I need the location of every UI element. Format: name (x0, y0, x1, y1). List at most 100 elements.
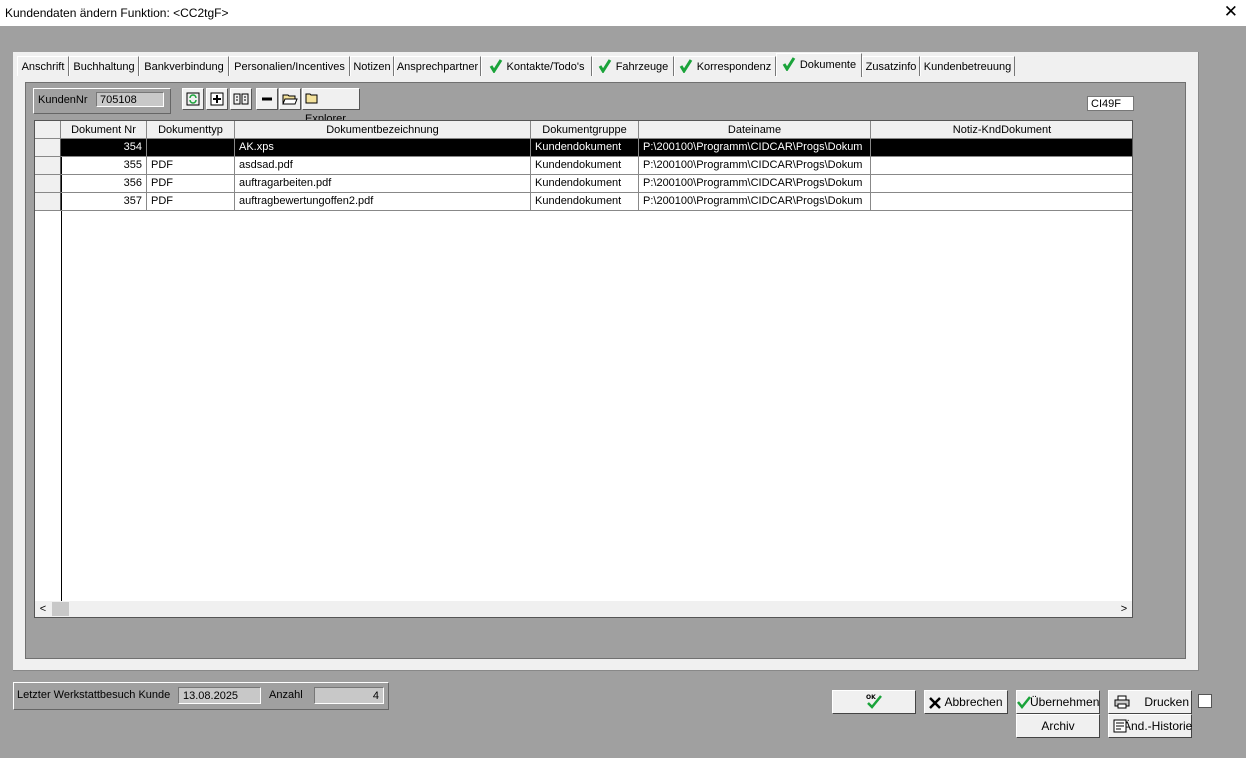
check-icon (1017, 696, 1031, 709)
table-cell[interactable]: P:\200100\Programm\CIDCAR\Progs\Dokum (639, 139, 871, 157)
print-label: Drucken (1144, 695, 1189, 709)
table-cell[interactable]: Kundendokument (531, 193, 639, 211)
close-icon[interactable]: ✕ (1224, 3, 1238, 21)
row-selector[interactable] (35, 193, 61, 211)
table-cell[interactable]: P:\200100\Programm\CIDCAR\Progs\Dokum (639, 193, 871, 211)
open-folder-icon (282, 94, 298, 105)
history-button[interactable]: Änd.-Historie (1108, 714, 1192, 738)
tab-ansprechpartner[interactable]: Ansprechpartner (394, 56, 481, 76)
column-header[interactable]: Dokumentbezeichnung (235, 121, 531, 139)
grid-corner (35, 121, 61, 139)
print-checkbox[interactable] (1198, 694, 1212, 708)
table-cell[interactable] (147, 139, 235, 157)
history-label: Änd.-Historie (1123, 719, 1193, 733)
check-icon (782, 57, 796, 71)
refresh-icon (186, 92, 200, 106)
table-cell[interactable] (871, 139, 1132, 157)
cancel-button[interactable]: Abbrechen (924, 690, 1008, 714)
kunden-nr-label: KundenNr (38, 94, 88, 106)
anzahl-field: 4 (314, 687, 384, 704)
check-icon (679, 59, 692, 73)
open-button[interactable] (279, 88, 301, 110)
tab-label: Buchhaltung (73, 61, 135, 73)
table-cell[interactable]: PDF (147, 175, 235, 193)
table-cell[interactable]: P:\200100\Programm\CIDCAR\Progs\Dokum (639, 175, 871, 193)
apply-label: Übernehmen (1030, 695, 1100, 709)
werkstatt-label: Letzter Werkstattbesuch Kunde (17, 689, 171, 701)
anzahl-label: Anzahl (269, 689, 303, 701)
tab-buchhaltung[interactable]: Buchhaltung (69, 56, 139, 76)
table-cell[interactable]: Kundendokument (531, 175, 639, 193)
scroll-left-icon[interactable]: < (35, 601, 51, 617)
remove-icon (262, 97, 272, 101)
row-selector[interactable] (35, 157, 61, 175)
apply-button[interactable]: Übernehmen (1016, 690, 1100, 714)
documents-grid: < > Dokument Nr Dokumenttyp Dokumentbezeic… (34, 120, 1133, 618)
tab-label: Bankverbindung (144, 61, 224, 73)
tab-label: Personalien/Incentives (234, 61, 345, 73)
row-selector[interactable] (35, 175, 61, 193)
table-cell[interactable]: PDF (147, 193, 235, 211)
refresh-button[interactable] (182, 88, 204, 110)
table-cell[interactable]: Kundendokument (531, 157, 639, 175)
tab-label: Zusatzinfo (865, 61, 917, 73)
table-cell[interactable] (871, 175, 1132, 193)
ok-button[interactable]: OK (832, 690, 916, 714)
explorer-button[interactable]: Explorer (302, 88, 360, 125)
archive-label: Archiv (1041, 719, 1075, 733)
tab-zusatzinfo[interactable]: Zusatzinfo (862, 56, 920, 76)
tab-label: Korrespondenz (696, 61, 772, 73)
check-icon (598, 59, 611, 73)
table-cell[interactable]: asdsad.pdf (235, 157, 531, 175)
column-header[interactable]: Dokumenttyp (147, 121, 235, 139)
svg-text:OK: OK (866, 694, 876, 701)
tab-fahrzeuge[interactable]: Fahrzeuge (592, 56, 674, 76)
werkstatt-field: 13.08.2025 (178, 687, 261, 704)
table-cell[interactable]: Kundendokument (531, 139, 639, 157)
table-cell[interactable]: 354 (61, 139, 147, 157)
tab-korrespondenz[interactable]: Korrespondenz (674, 56, 776, 76)
table-cell[interactable]: 357 (61, 193, 147, 211)
archive-button[interactable]: Archiv (1016, 714, 1100, 738)
add-icon (210, 92, 224, 106)
add-button[interactable] (206, 88, 228, 110)
tab-kontakte-todo-s[interactable]: Kontakte/Todo's (481, 56, 592, 76)
table-cell[interactable] (871, 193, 1132, 211)
table-cell[interactable]: auftragarbeiten.pdf (235, 175, 531, 193)
table-cell[interactable]: P:\200100\Programm\CIDCAR\Progs\Dokum (639, 157, 871, 175)
title-bar: Kundendaten ändern Funktion: <CC2tgF> ✕ (0, 0, 1246, 26)
table-cell[interactable]: AK.xps (235, 139, 531, 157)
remove-button[interactable] (256, 88, 278, 110)
tab-notizen[interactable]: Notizen (350, 56, 394, 76)
horizontal-scrollbar[interactable]: < > (35, 601, 1132, 617)
cancel-label: Abbrechen (944, 695, 1003, 709)
print-button[interactable]: Drucken (1108, 690, 1192, 714)
tab-anschrift[interactable]: Anschrift (17, 56, 69, 76)
tab-label: Notizen (353, 61, 391, 73)
tab-bankverbindung[interactable]: Bankverbindung (139, 56, 229, 76)
scroll-right-icon[interactable]: > (1116, 601, 1132, 617)
table-cell[interactable]: 355 (61, 157, 147, 175)
table-cell[interactable] (871, 157, 1132, 175)
tab-kundenbetreuung[interactable]: Kundenbetreuung (920, 56, 1015, 76)
tab-personalien-incentives[interactable]: Personalien/Incentives (229, 56, 350, 76)
row-selector[interactable] (35, 139, 61, 157)
column-header[interactable]: Dokument Nr (61, 121, 147, 139)
move-button[interactable] (230, 88, 252, 110)
tab-dokumente[interactable]: Dokumente (776, 53, 862, 77)
printer-icon (1114, 695, 1130, 709)
code-field: CI49F (1087, 96, 1134, 111)
column-header[interactable]: Notiz-KndDokument (871, 121, 1132, 139)
scroll-thumb[interactable] (52, 602, 69, 616)
column-header[interactable]: Dateiname (639, 121, 871, 139)
ok-check-icon: OK (866, 694, 882, 709)
move-icon (233, 93, 249, 105)
column-header[interactable]: Dokumentgruppe (531, 121, 639, 139)
tab-label: Dokumente (799, 59, 857, 71)
table-cell[interactable]: 356 (61, 175, 147, 193)
tab-label: Ansprechpartner (396, 61, 479, 73)
tab-label: Kontakte/Todo's (506, 61, 585, 73)
tab-label: Fahrzeuge (615, 61, 669, 73)
table-cell[interactable]: auftragbewertungoffen2.pdf (235, 193, 531, 211)
table-cell[interactable]: PDF (147, 157, 235, 175)
